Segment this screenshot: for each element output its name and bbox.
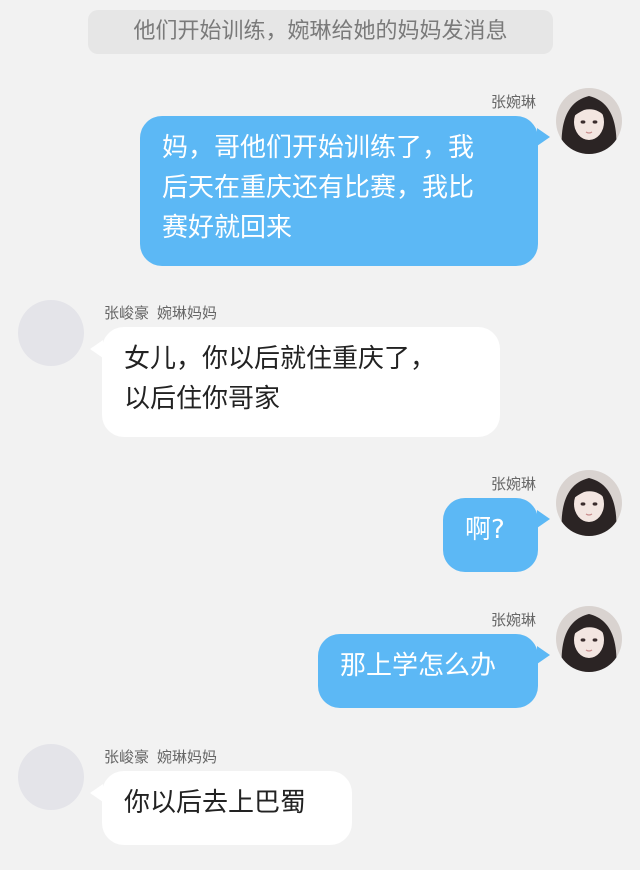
sender-tag: 婉琳妈妈	[157, 304, 218, 322]
message-bubble[interactable]: 那上学怎么办	[318, 634, 538, 708]
bubble-tail	[537, 646, 550, 664]
girl-portrait-avatar-icon[interactable]	[556, 470, 622, 536]
bubble-tail	[537, 128, 550, 146]
message-bubble[interactable]: 你以后去上巴蜀	[102, 771, 352, 845]
chat-message-incoming: 张峻豪 婉琳妈妈 女儿，你以后就住重庆了， 以后住你哥家	[0, 298, 640, 438]
blank-avatar-icon[interactable]	[18, 300, 84, 366]
message-text-line: 女儿，你以后就住重庆了，	[124, 344, 437, 374]
bubble-tail	[90, 340, 103, 358]
chat-message-outgoing: 张婉琳 啊?	[0, 470, 640, 580]
message-text-line: 妈，哥他们开始训练了，我	[162, 133, 475, 163]
system-notice: 他们开始训练，婉琳给她的妈妈发消息	[88, 10, 553, 54]
message-text-line: 赛好就回来	[162, 213, 293, 243]
message-bubble[interactable]: 妈，哥他们开始训练了，我 后天在重庆还有比赛，我比 赛好就回来	[140, 116, 538, 266]
chat-message-outgoing: 张婉琳 妈，哥他们开始训练了，我 后天在重庆还有比赛，我比 赛好就回来	[0, 88, 640, 278]
bubble-tail	[90, 784, 103, 802]
message-text-line: 以后住你哥家	[124, 384, 281, 414]
sender-name-row: 张峻豪 婉琳妈妈	[104, 746, 217, 767]
sender-tag: 婉琳妈妈	[157, 748, 218, 766]
sender-name: 张峻豪	[104, 304, 150, 322]
sender-name: 张峻豪	[104, 748, 150, 766]
message-text-line: 你以后去上巴蜀	[124, 788, 307, 818]
chat-message-outgoing: 张婉琳 那上学怎么办	[0, 606, 640, 716]
message-text-line: 啊?	[465, 515, 505, 545]
sender-name: 张婉琳	[490, 475, 536, 493]
sender-name-row: 张峻豪 婉琳妈妈	[104, 302, 217, 323]
message-text-line: 后天在重庆还有比赛，我比	[162, 173, 475, 203]
sender-name: 张婉琳	[490, 611, 536, 629]
girl-portrait-avatar-icon[interactable]	[556, 88, 622, 154]
chat-message-incoming: 张峻豪 婉琳妈妈 你以后去上巴蜀	[0, 744, 640, 854]
message-bubble[interactable]: 女儿，你以后就住重庆了， 以后住你哥家	[102, 327, 500, 437]
bubble-tail	[537, 510, 550, 528]
message-bubble[interactable]: 啊?	[443, 498, 538, 572]
girl-portrait-avatar-icon[interactable]	[556, 606, 622, 672]
sender-name: 张婉琳	[490, 93, 536, 111]
message-text-line: 那上学怎么办	[340, 651, 497, 681]
blank-avatar-icon[interactable]	[18, 744, 84, 810]
